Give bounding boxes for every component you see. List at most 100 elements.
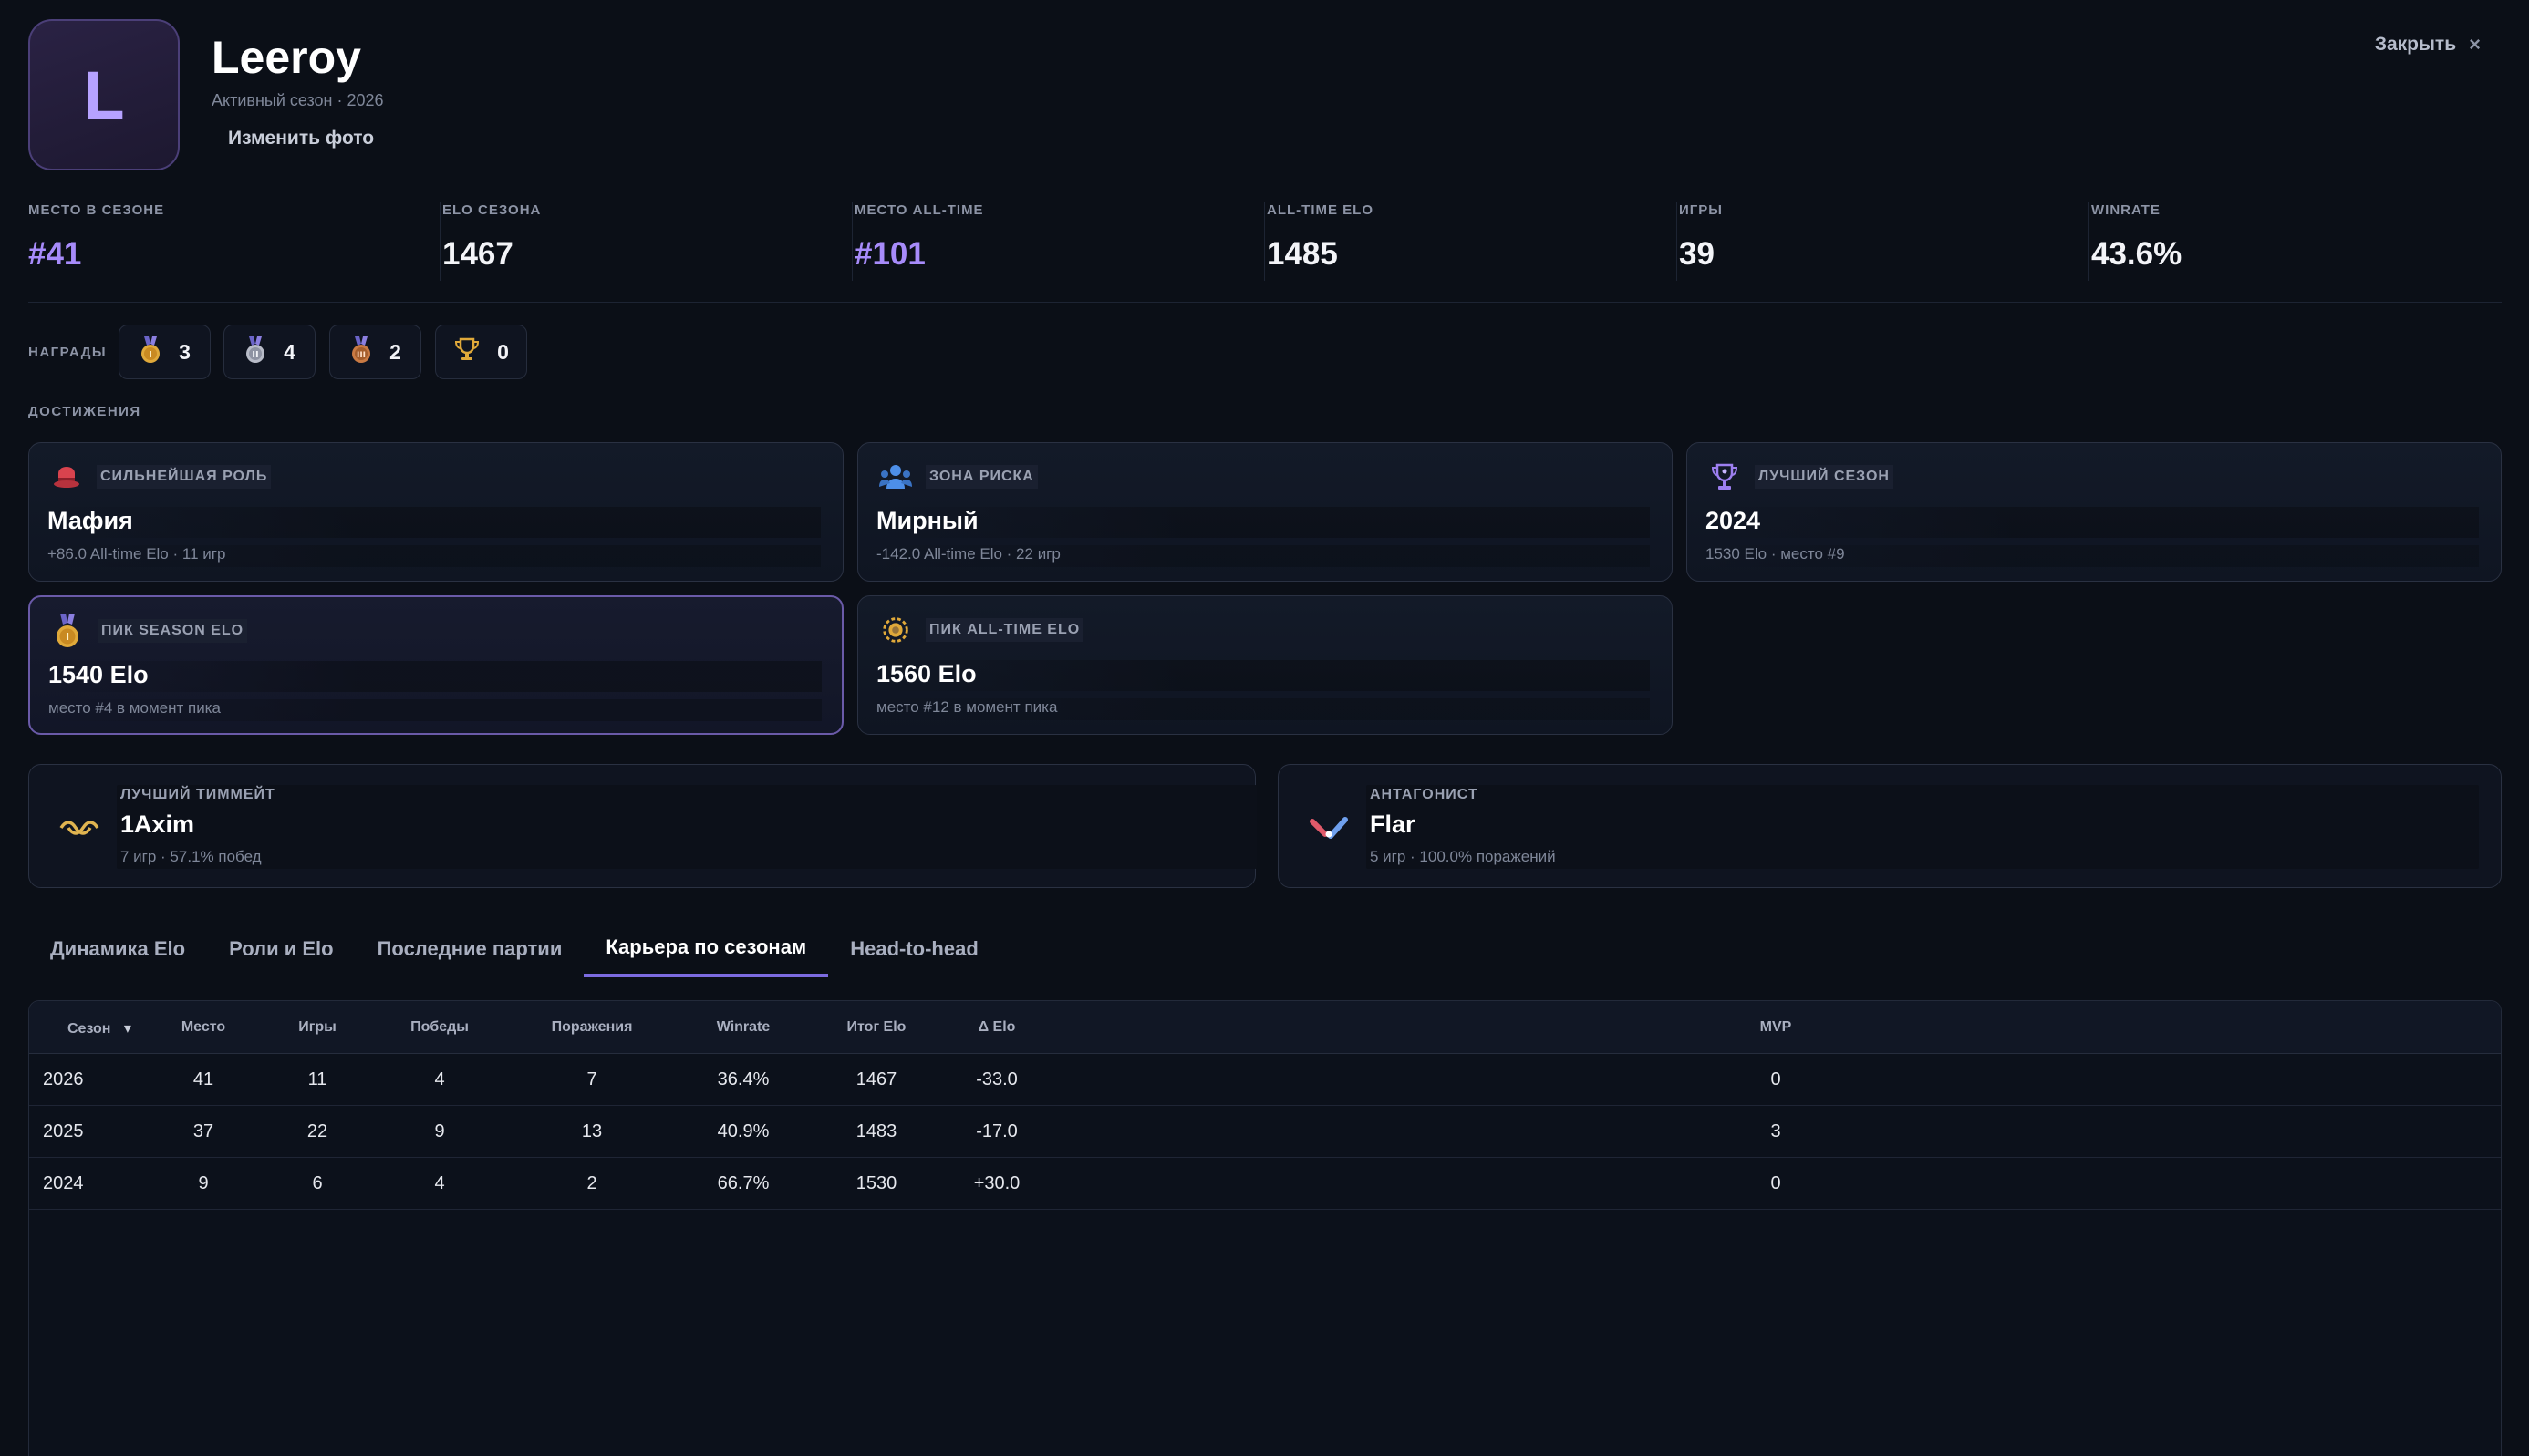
achievement-card-peak-alltime-elo: ПИК ALL-TIME ELO 1560 Elo место #12 в мо… <box>857 595 1673 735</box>
column-header-winrate[interactable]: Winrate <box>717 1019 771 1036</box>
column-header-losses[interactable]: Поражения <box>552 1019 633 1036</box>
award-bronze[interactable]: III 2 <box>329 325 421 379</box>
tab-roles-elo[interactable]: Роли и Elo <box>207 921 356 977</box>
cell-delta-elo: -33.0 <box>976 1069 1018 1089</box>
card-value: Мафия <box>47 507 821 538</box>
avatar: L <box>28 19 180 170</box>
card-title: ЗОНА РИСКА <box>926 465 1038 489</box>
award-count: 4 <box>284 339 295 364</box>
cell-winrate: 36.4% <box>717 1069 770 1089</box>
close-label: Закрыть <box>2374 34 2457 55</box>
column-header-mvp[interactable]: MVP <box>1760 1019 1792 1036</box>
cell-losses: 2 <box>586 1173 597 1193</box>
award-trophy[interactable]: 0 <box>435 325 527 379</box>
season-career-table: Сезон ▾ Место Игры Победы Поражения Winr… <box>28 1000 2502 1456</box>
achievement-card-strongest-role: СИЛЬНЕЙШАЯ РОЛЬ Мафия +86.0 All-time Elo… <box>28 442 844 582</box>
cell-wins: 9 <box>434 1121 445 1141</box>
column-header-delta-elo[interactable]: Δ Elo <box>979 1019 1016 1036</box>
crossed-swords-icon <box>1306 805 1352 851</box>
card-subtext: 1530 Elo · место #9 <box>1705 545 2479 567</box>
stat-value: 43.6% <box>2091 236 2182 272</box>
best-teammate-card[interactable]: ЛУЧШИЙ ТИММЕЙТ 1Axim 7 игр · 57.1% побед <box>28 764 1257 888</box>
award-count: 2 <box>389 339 401 364</box>
svg-text:I: I <box>149 350 152 360</box>
tab-season-career[interactable]: Карьера по сезонам <box>584 921 829 977</box>
season-subtitle: Активный сезон · 2026 <box>212 91 384 109</box>
cell-final-elo: 1530 <box>855 1173 897 1193</box>
column-label: Сезон <box>67 1021 111 1037</box>
cell-delta-elo: +30.0 <box>973 1173 1021 1193</box>
tab-bar: Динамика Elo Роли и Elo Последние партии… <box>28 921 1000 977</box>
gold-medal-icon: I <box>50 614 85 648</box>
cell-winrate: 40.9% <box>717 1121 770 1141</box>
table-row[interactable]: 2024 9 6 4 2 66.7% 1530 +30.0 0 <box>29 1158 2501 1210</box>
people-icon <box>878 460 913 494</box>
svg-text:III: III <box>357 351 366 360</box>
table-row[interactable]: 2026 41 11 4 7 36.4% 1467 -33.0 0 <box>29 1054 2501 1106</box>
award-gold[interactable]: I 3 <box>119 325 211 379</box>
stat-alltime-place: МЕСТО ALL-TIME #101 <box>852 202 984 281</box>
tab-elo-dynamics[interactable]: Динамика Elo <box>28 921 207 977</box>
achievements-label: ДОСТИЖЕНИЯ <box>28 404 141 419</box>
stat-label: МЕСТО В СЕЗОНЕ <box>28 202 165 218</box>
card-value: 2024 <box>1705 507 2479 538</box>
hat-icon <box>49 460 84 494</box>
column-header-place[interactable]: Место <box>181 1019 225 1036</box>
bronze-medal-icon: III <box>349 336 373 368</box>
sort-desc-icon: ▾ <box>123 1021 131 1037</box>
silver-medal-icon: II <box>244 336 267 368</box>
card-subtext: -142.0 All-time Elo · 22 игр <box>876 545 1650 567</box>
card-value: 1560 Elo <box>876 660 1650 691</box>
card-title: СИЛЬНЕЙШАЯ РОЛЬ <box>97 465 272 489</box>
card-subtext: место #4 в момент пика <box>48 699 822 721</box>
card-value: 1540 Elo <box>48 661 822 692</box>
cell-season: 2026 <box>43 1069 84 1089</box>
tab-head-to-head[interactable]: Head-to-head <box>828 921 1000 977</box>
column-header-games[interactable]: Игры <box>298 1019 337 1036</box>
tab-recent-games[interactable]: Последние партии <box>356 921 585 977</box>
close-button[interactable]: Закрыть × <box>2375 33 2481 57</box>
card-title: ПИК ALL-TIME ELO <box>926 618 1084 642</box>
table-row[interactable]: 2025 37 22 9 13 40.9% 1483 -17.0 3 <box>29 1106 2501 1158</box>
stat-label: ELO СЕЗОНА <box>442 202 542 218</box>
column-header-wins[interactable]: Победы <box>410 1019 469 1036</box>
award-count: 0 <box>497 339 509 364</box>
achievement-card-risk-zone: ЗОНА РИСКА Мирный -142.0 All-time Elo · … <box>857 442 1673 582</box>
cell-mvp: 3 <box>1770 1121 1781 1141</box>
cell-winrate: 66.7% <box>717 1173 770 1193</box>
cell-games: 11 <box>307 1069 327 1089</box>
column-header-final-elo[interactable]: Итог Elo <box>847 1019 907 1036</box>
award-count: 3 <box>179 339 191 364</box>
teammate-subtext: 7 игр · 57.1% побед <box>120 848 262 865</box>
antagonist-card[interactable]: АНТАГОНИСТ Flar 5 игр · 100.0% поражений <box>1278 764 2502 888</box>
cell-wins: 4 <box>434 1173 445 1193</box>
cell-losses: 13 <box>581 1121 603 1141</box>
teammate-name: 1Axim <box>120 811 195 838</box>
cell-place: 9 <box>198 1173 209 1193</box>
purple-trophy-icon <box>1707 460 1742 494</box>
stat-season-elo: ELO СЕЗОНА 1467 <box>440 202 541 281</box>
stat-games: ИГРЫ 39 <box>1676 202 1723 281</box>
teammate-title: ЛУЧШИЙ ТИММЕЙТ <box>120 787 275 802</box>
cell-final-elo: 1483 <box>855 1121 897 1141</box>
card-subtext: +86.0 All-time Elo · 11 игр <box>47 545 821 567</box>
cell-place: 41 <box>192 1069 214 1089</box>
stat-winrate: WINRATE 43.6% <box>2088 202 2182 281</box>
cell-games: 22 <box>306 1121 328 1141</box>
player-name: Leeroy <box>212 32 361 83</box>
svg-text:II: II <box>252 350 258 360</box>
trophy-icon <box>453 337 481 367</box>
handshake-icon <box>57 805 102 851</box>
stat-label: ИГРЫ <box>1679 202 1723 218</box>
stat-value: #41 <box>28 236 82 272</box>
cell-losses: 7 <box>586 1069 597 1089</box>
change-photo-button[interactable]: Изменить фото <box>228 128 374 150</box>
stat-value: 39 <box>1679 236 1715 272</box>
award-silver[interactable]: II 4 <box>223 325 316 379</box>
close-icon: × <box>2469 33 2481 56</box>
column-header-season[interactable]: Сезон ▾ <box>67 1019 131 1038</box>
cell-season: 2025 <box>43 1121 84 1141</box>
stat-label: WINRATE <box>2091 202 2161 218</box>
cell-season: 2024 <box>43 1173 84 1193</box>
cell-games: 6 <box>312 1173 323 1193</box>
